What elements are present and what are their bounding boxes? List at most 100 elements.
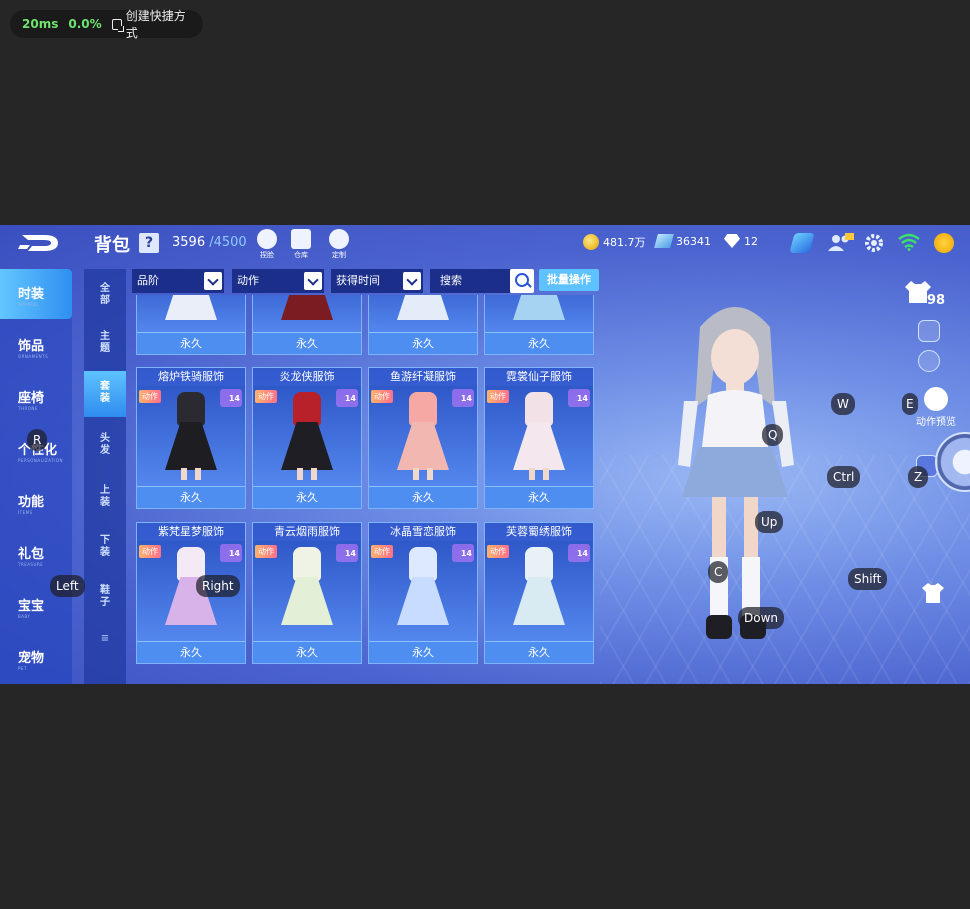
key-q-button[interactable]: Q (762, 424, 784, 446)
warehouse-label: 仓库 (294, 251, 308, 259)
search-icon[interactable] (510, 269, 534, 293)
action-badge: 动作 (371, 545, 393, 558)
item-card[interactable]: 熔炉铁骑服饰 动作 14 永久 (136, 367, 246, 509)
item-status: 永久 (253, 641, 361, 663)
item-card[interactable]: 永久 (484, 295, 594, 355)
camera-joystick[interactable] (935, 432, 970, 492)
wardrobe-shirt-icon[interactable] (922, 583, 944, 605)
item-name: 青云烟雨服饰 (253, 523, 361, 541)
capacity-max: /4500 (209, 235, 247, 250)
key-r-button[interactable]: R (27, 429, 48, 451)
item-card[interactable]: 炎龙侠服饰 动作 14 永久 (252, 367, 362, 509)
sub-bottom-label: 下装 (100, 535, 110, 558)
item-name: 紫梵星梦服饰 (137, 523, 245, 541)
nav-throne[interactable]: 座椅 THRONE (0, 373, 72, 423)
nav-apparel[interactable]: 时装 APPAREL (0, 269, 72, 319)
sub-hair[interactable]: 头发 (84, 429, 126, 469)
item-card[interactable]: 青云烟雨服饰 动作 14 永久 (252, 522, 362, 664)
shortcut-label: 创建快捷方式 (125, 9, 186, 40)
level-badge: 14 (220, 544, 242, 562)
level-badge: 14 (336, 389, 358, 407)
nav-apparel-label: 时装 (18, 287, 45, 302)
character-avatar[interactable] (660, 297, 810, 677)
warehouse-button[interactable]: 仓库 (288, 229, 314, 260)
item-card[interactable]: 冰晶雪恋服饰 动作 14 永久 (368, 522, 478, 664)
wifi-icon (898, 233, 920, 253)
recharge-plus-icon[interactable] (789, 233, 815, 253)
key-left-button[interactable]: Left (50, 575, 85, 597)
create-shortcut-button[interactable]: 创建快捷方式 (111, 7, 191, 41)
key-w-button[interactable]: W (831, 393, 855, 415)
game-logo (18, 235, 58, 251)
action-dropdown[interactable]: 动作 (232, 269, 324, 293)
outfit-figure (397, 295, 449, 320)
item-card[interactable]: 永久 (368, 295, 478, 355)
item-card[interactable]: 鱼游纤凝服饰 动作 14 永久 (368, 367, 478, 509)
sub-more-icon[interactable]: ≡ (84, 633, 126, 653)
nav-throne-en: THRONE (18, 406, 38, 411)
item-image: 动作 14 (137, 386, 245, 486)
sub-top-label: 上装 (100, 485, 110, 508)
nav-ornaments[interactable]: 饰品 ORNAMENTS (0, 321, 72, 371)
level-badge: 14 (452, 389, 474, 407)
action-badge: 动作 (371, 390, 393, 403)
sub-suit[interactable]: 套装 (84, 371, 126, 417)
time-dropdown-label: 获得时间 (336, 274, 380, 287)
settings-gear-icon[interactable] (864, 233, 884, 253)
item-status: 永久 (369, 486, 477, 508)
action-dropdown-label: 动作 (237, 274, 259, 287)
outfit-figure (513, 295, 565, 320)
item-image: 动作 14 (369, 386, 477, 486)
nav-treasure[interactable]: 礼包 TREASURE (0, 529, 72, 579)
game-viewport: 背包 ? 3596 /4500 捏脸 仓库 定制 481.7万 36341 12… (0, 225, 970, 684)
key-up-button[interactable]: Up (755, 511, 784, 533)
item-card[interactable]: 永久 (136, 295, 246, 355)
top-bar: 背包 ? 3596 /4500 捏脸 仓库 定制 481.7万 36341 12 (0, 225, 970, 261)
nav-items[interactable]: 功能 ITEMS (0, 477, 72, 527)
key-z-button[interactable]: Z (908, 466, 929, 488)
grade-dropdown[interactable]: 品阶 (132, 269, 224, 293)
ping-text: 20ms (22, 17, 59, 31)
key-down-button[interactable]: Down (738, 607, 785, 629)
item-status: 永久 (253, 486, 361, 508)
page-title: 背包 (94, 235, 130, 256)
key-shift-button[interactable]: Shift (848, 568, 888, 590)
custom-button[interactable]: 定制 (326, 229, 352, 260)
friends-icon[interactable] (828, 233, 854, 253)
key-right-button[interactable]: Right (196, 575, 240, 597)
item-card[interactable]: 芙蓉蜀绣服饰 动作 14 永久 (484, 522, 594, 664)
bag-capacity: 3596 /4500 (172, 235, 247, 250)
nav-personalization-en: PERSONALIZATION (18, 458, 63, 463)
battery-icon (934, 233, 954, 253)
sub-bottom[interactable]: 下装 (84, 531, 126, 571)
sub-shoes[interactable]: 鞋子 (84, 581, 126, 621)
batch-operation-button[interactable]: 批量操作 (539, 269, 599, 291)
time-dropdown[interactable]: 获得时间 (331, 269, 423, 293)
music-icon[interactable] (918, 350, 940, 372)
outfit-level-value: 98 (927, 293, 946, 308)
outfit-figure (395, 547, 451, 635)
search-input[interactable]: 搜索 (430, 269, 510, 293)
grade-dropdown-label: 品阶 (137, 274, 159, 287)
key-ctrl-button[interactable]: Ctrl (827, 466, 861, 488)
action-badge: 动作 (487, 390, 509, 403)
key-e-button[interactable]: E (902, 393, 918, 415)
sub-top[interactable]: 上装 (84, 481, 126, 521)
face-button[interactable]: 捏脸 (254, 229, 280, 260)
sub-all[interactable]: 全部 (84, 279, 126, 319)
help-button[interactable]: ? (139, 233, 159, 253)
sub-all-label: 全部 (100, 283, 110, 306)
sub-theme[interactable]: 主题 (84, 327, 126, 367)
item-card[interactable]: 永久 (252, 295, 362, 355)
nav-pet-label: 宠物 (18, 651, 45, 666)
vehicle-icon[interactable] (918, 320, 940, 342)
chevron-down-icon (403, 272, 421, 290)
nav-pet[interactable]: 宠物 PET (0, 633, 72, 683)
item-status: 永久 (485, 486, 593, 508)
item-status: 永久 (369, 641, 477, 663)
item-image: 动作 14 (369, 541, 477, 641)
key-c-button[interactable]: C (708, 561, 729, 583)
level-badge: 14 (452, 544, 474, 562)
custom-icon (329, 229, 349, 249)
item-card[interactable]: 霓裳仙子服饰 动作 14 永久 (484, 367, 594, 509)
